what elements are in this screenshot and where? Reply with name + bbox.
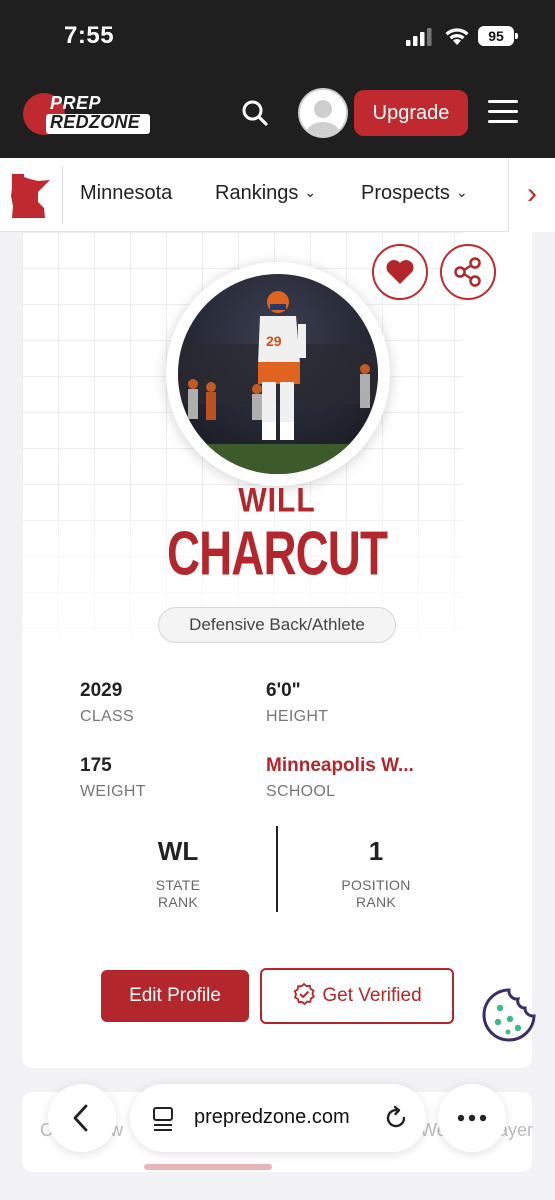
nav-scroll-right-button[interactable]: › (508, 158, 555, 232)
position-rank-value: 1 (368, 836, 384, 866)
chevron-down-icon: ⌄ (304, 184, 317, 200)
logo-text-prep: PREP (50, 93, 102, 113)
stat-class: 2029 CLASS (80, 680, 134, 726)
state-navigation: Minnesota Rankings ⌄ Prospects ⌄ › (0, 158, 555, 232)
home-indicator (144, 1164, 272, 1170)
position-badge: Defensive Back/Athlete (158, 607, 396, 643)
share-icon (454, 257, 481, 287)
minnesota-state-icon[interactable] (8, 172, 52, 220)
chevron-right-icon: › (527, 177, 537, 210)
player-photo-frame: 29 (166, 262, 390, 486)
stat-height-label: HEIGHT (266, 708, 329, 725)
user-avatar[interactable] (298, 88, 348, 138)
default-user-icon (300, 90, 346, 136)
share-button[interactable] (440, 244, 496, 300)
chevron-left-icon (73, 1104, 88, 1132)
nav-item-minnesota[interactable]: Minnesota (80, 182, 172, 205)
stat-class-label: CLASS (80, 708, 134, 725)
more-dots-icon (457, 1114, 487, 1122)
edit-profile-button[interactable]: Edit Profile (101, 970, 249, 1022)
stat-class-value: 2029 (80, 680, 123, 701)
app-header: PREP REDZONE Upgrade (0, 74, 555, 158)
stat-school: Minneapolis W... SCHOOL (266, 755, 414, 801)
position-rank-label: POSITION RANK (341, 877, 411, 910)
battery-indicator: 95 (478, 26, 518, 46)
cellular-signal-icon (406, 28, 432, 46)
wifi-icon (445, 28, 469, 45)
nav-item-rankings[interactable]: Rankings ⌄ (215, 182, 316, 205)
state-rank-value: WL (157, 836, 199, 866)
page-menu-icon[interactable] (150, 1104, 180, 1134)
cookie-settings-icon[interactable] (480, 986, 538, 1044)
get-verified-label: Get Verified (322, 985, 422, 1006)
position-rank: 1 POSITION RANK (296, 836, 456, 911)
nav-divider (62, 166, 63, 224)
nav-item-label: Rankings (215, 182, 299, 204)
upgrade-button[interactable]: Upgrade (354, 90, 468, 136)
browser-more-button[interactable] (438, 1084, 506, 1152)
logo-text-redzone: REDZONE (50, 112, 141, 132)
state-rank: WL STATE RANK (98, 836, 258, 911)
stat-height: 6'0" HEIGHT (266, 680, 328, 726)
browser-back-button[interactable] (48, 1084, 116, 1152)
rank-divider (276, 826, 278, 912)
nav-item-prospects[interactable]: Prospects ⌄ (361, 182, 468, 205)
browser-address-bar[interactable]: prepredzone.com (130, 1084, 426, 1152)
stat-school-label: SCHOOL (266, 783, 336, 800)
nav-item-label: Prospects (361, 182, 450, 204)
heart-icon (386, 260, 414, 284)
reload-icon[interactable] (382, 1104, 410, 1132)
status-time: 7:55 (64, 22, 115, 49)
stat-height-value: 6'0" (266, 680, 301, 701)
prep-redzone-logo[interactable]: PREP REDZONE (22, 90, 152, 138)
stat-weight: 175 WEIGHT (80, 755, 146, 801)
browser-url: prepredzone.com (194, 1106, 350, 1128)
search-icon[interactable] (240, 98, 270, 128)
stat-weight-value: 175 (80, 755, 112, 776)
get-verified-button[interactable]: Get Verified (260, 968, 454, 1024)
state-rank-label: STATE RANK (155, 877, 201, 910)
stat-weight-label: WEIGHT (80, 783, 146, 800)
chevron-down-icon: ⌄ (455, 184, 468, 200)
school-link[interactable]: Minneapolis W... (266, 755, 414, 777)
favorite-button[interactable] (372, 244, 428, 300)
player-photo: 29 (178, 274, 378, 474)
verified-badge-icon (293, 982, 316, 1006)
player-last-name: CHARCUT (166, 519, 388, 589)
nav-item-label: Minnesota (80, 182, 173, 204)
player-first-name: WILL (238, 481, 316, 520)
svg-text:29: 29 (266, 333, 282, 349)
hamburger-menu-icon[interactable] (488, 100, 518, 126)
status-bar: 7:55 95 (0, 0, 555, 74)
player-profile-card: 29 WILL CHARCUT Defensive Back/Athlete 2… (22, 232, 532, 1068)
